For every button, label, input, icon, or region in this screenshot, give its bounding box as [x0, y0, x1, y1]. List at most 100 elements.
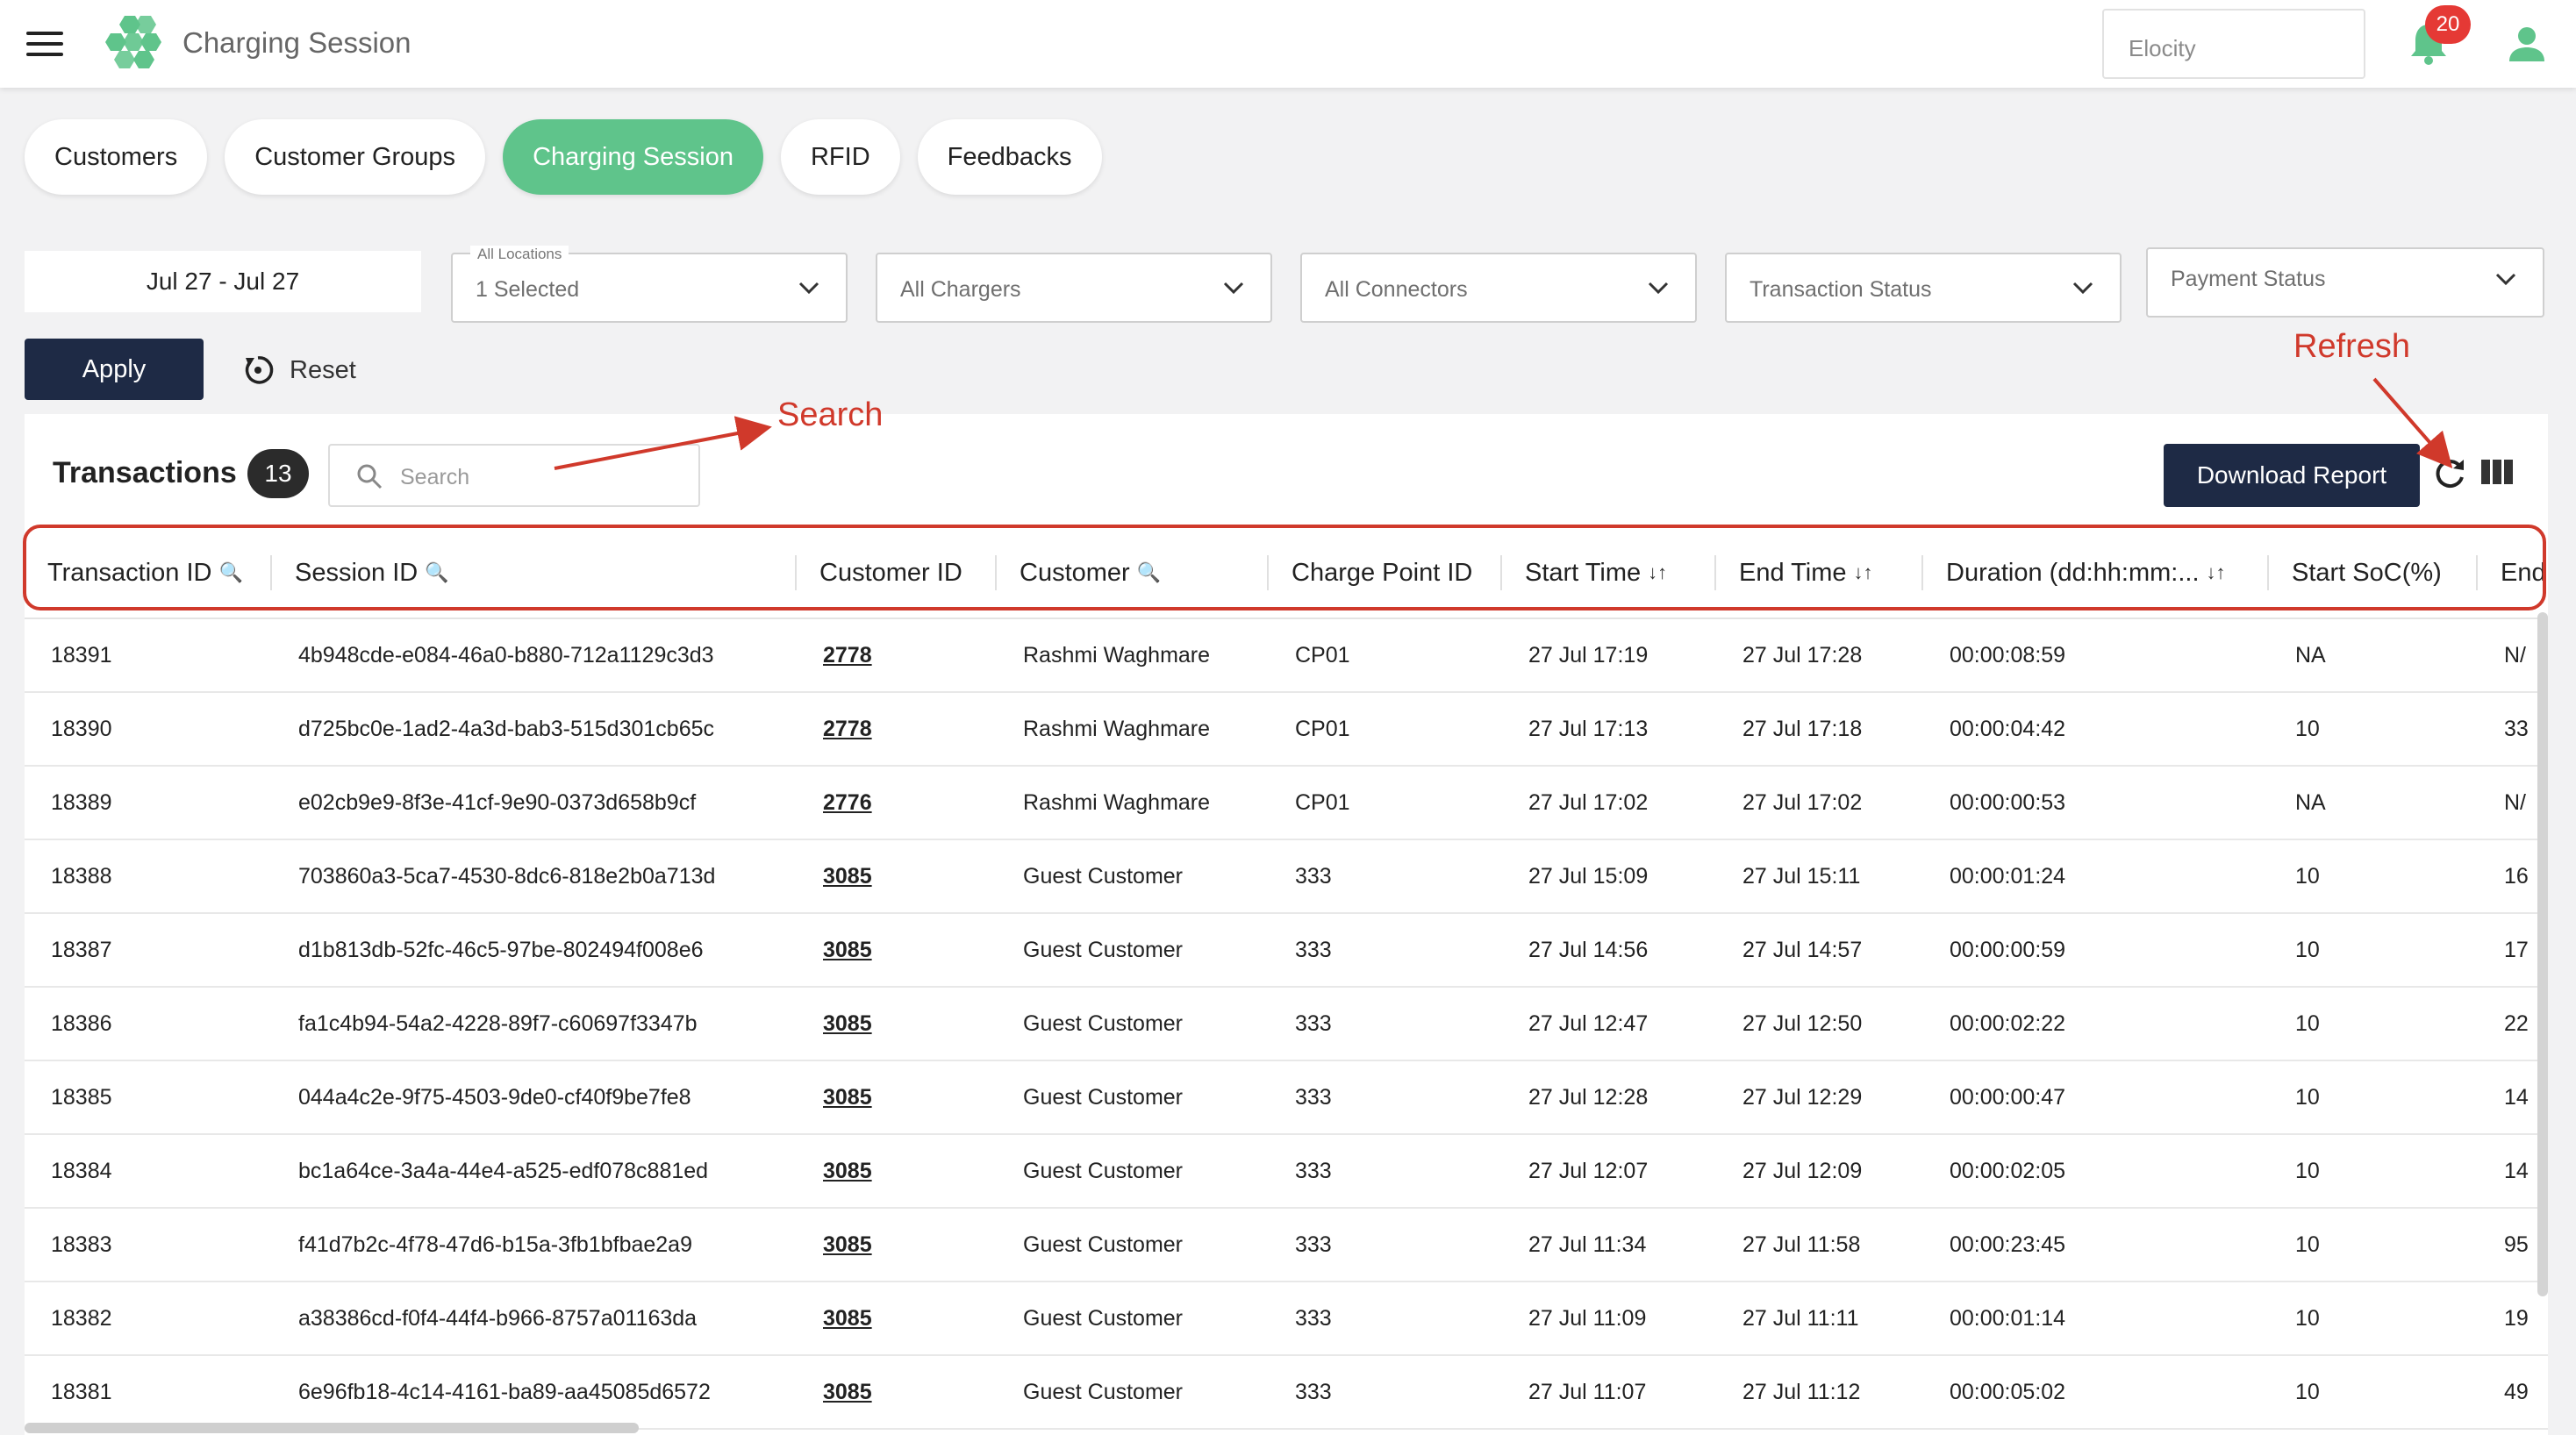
transactions-count-badge: 13: [247, 449, 309, 498]
cell-start-time: 27 Jul 17:02: [1528, 789, 1649, 815]
table-row[interactable]: 18388 703860a3-5ca7-4530-8dc6-818e2b0a713…: [25, 840, 2548, 914]
sort-icon[interactable]: ↓↑: [1648, 561, 1667, 584]
table-row[interactable]: 18386 fa1c4b94-54a2-4228-89f7-c60697f3347…: [25, 988, 2548, 1061]
menu-icon[interactable]: [26, 32, 63, 58]
table-row[interactable]: 18390 d725bc0e-1ad2-4a3d-bab3-515d301cb65…: [25, 693, 2548, 767]
column-header-transaction-id[interactable]: Transaction ID 🔍: [25, 527, 272, 618]
cell-start-time: 27 Jul 17:19: [1528, 642, 1649, 668]
horizontal-scrollbar[interactable]: [25, 1423, 639, 1433]
cell-customer-id[interactable]: 2778: [797, 717, 997, 742]
apply-button[interactable]: Apply: [25, 339, 204, 400]
locations-dropdown[interactable]: All Locations 1 Selected: [451, 246, 848, 323]
connectors-dropdown[interactable]: All Connectors: [1300, 253, 1697, 323]
cell-session-id: 044a4c2e-9f75-4503-9de0-cf40f9be7fe8: [298, 1084, 691, 1110]
search-icon[interactable]: 🔍: [1137, 561, 1161, 584]
cell-start-soc: 10: [2295, 863, 2320, 889]
cell-end-time: 27 Jul 12:09: [1742, 1158, 1863, 1183]
table-row[interactable]: 18383 f41d7b2c-4f78-47d6-b15a-3fb1bfbae2a…: [25, 1209, 2548, 1282]
cell-customer-id[interactable]: 3085: [797, 938, 997, 963]
sort-icon[interactable]: ↓↑: [1854, 561, 1873, 584]
columns-icon[interactable]: [2481, 460, 2513, 484]
organization-select[interactable]: Elocity: [2102, 9, 2365, 79]
vertical-scrollbar[interactable]: [2537, 612, 2548, 1296]
cell-charge-point-id: 333: [1295, 863, 1332, 889]
chevron-down-icon: [2495, 273, 2516, 286]
tab-customer-groups[interactable]: Customer Groups: [225, 119, 486, 195]
chevron-down-icon: [2072, 282, 2093, 295]
table-row[interactable]: 18381 6e96fb18-4c14-4161-ba89-aa45085d657…: [25, 1356, 2548, 1430]
column-header-charge-point-id[interactable]: Charge Point ID: [1269, 527, 1502, 618]
cell-customer: Guest Customer: [1023, 937, 1184, 962]
cell-start-time: 27 Jul 14:56: [1528, 937, 1649, 962]
table-row[interactable]: 18382 a38386cd-f0f4-44f4-b966-8757a01163d…: [25, 1282, 2548, 1356]
cell-session-id: d1b813db-52fc-46c5-97be-802494f008e6: [298, 937, 704, 962]
column-label: Start Time: [1525, 558, 1642, 587]
column-header-end-soc[interactable]: End: [2478, 527, 2548, 618]
cell-customer-id[interactable]: 3085: [797, 1011, 997, 1037]
cell-end-time: 27 Jul 12:29: [1742, 1084, 1863, 1110]
cell-end-time: 27 Jul 11:12: [1742, 1379, 1861, 1404]
search-icon[interactable]: 🔍: [425, 561, 448, 584]
cell-transaction-id: 18385: [51, 1084, 112, 1110]
chevron-down-icon: [1223, 282, 1244, 295]
cell-customer-id[interactable]: 3085: [797, 1159, 997, 1184]
column-label: Charge Point ID: [1292, 558, 1473, 587]
tab-customers[interactable]: Customers: [25, 119, 208, 195]
table-row[interactable]: 18391 4b948cde-e084-46a0-b880-712a1129c3d…: [25, 619, 2548, 693]
column-header-session-id[interactable]: Session ID 🔍: [272, 527, 797, 618]
column-header-duration[interactable]: Duration (dd:hh:mm:... ↓↑: [1923, 527, 2269, 618]
cell-transaction-id: 18384: [51, 1158, 112, 1183]
table-row[interactable]: 18384 bc1a64ce-3a4a-44e4-a525-edf078c881e…: [25, 1135, 2548, 1209]
cell-customer-id[interactable]: 2778: [797, 643, 997, 668]
search-icon[interactable]: 🔍: [219, 561, 243, 584]
tab-feedbacks[interactable]: Feedbacks: [917, 119, 1102, 195]
cell-customer: Guest Customer: [1023, 1232, 1184, 1257]
top-bar: Charging Session Elocity 20: [0, 0, 2576, 88]
table-header: Transaction ID 🔍 Session ID 🔍 Customer ID …: [25, 528, 2548, 619]
search-input[interactable]: [400, 461, 681, 493]
table-row[interactable]: 18385 044a4c2e-9f75-4503-9de0-cf40f9be7fe…: [25, 1061, 2548, 1135]
reset-icon: [245, 356, 274, 384]
transaction-status-dropdown[interactable]: Transaction Status: [1725, 253, 2122, 323]
chargers-value: All Chargers: [900, 277, 1021, 302]
chargers-dropdown[interactable]: All Chargers: [876, 253, 1272, 323]
cell-start-soc: 10: [2295, 1232, 2320, 1257]
cell-customer-id[interactable]: 3085: [797, 1380, 997, 1405]
cell-duration: 00:00:05:02: [1950, 1379, 2066, 1404]
tab-charging-session[interactable]: Charging Session: [503, 119, 763, 195]
cell-customer-id[interactable]: 3085: [797, 1232, 997, 1258]
payment-status-dropdown[interactable]: Payment Status: [2146, 247, 2544, 318]
cell-customer-id[interactable]: 2776: [797, 790, 997, 816]
column-label: Duration (dd:hh:mm:...: [1946, 558, 2200, 587]
cell-charge-point-id: CP01: [1295, 642, 1350, 668]
table-row[interactable]: 18387 d1b813db-52fc-46c5-97be-802494f008e…: [25, 914, 2548, 988]
cell-customer-id[interactable]: 3085: [797, 1306, 997, 1331]
cell-customer-id[interactable]: 3085: [797, 1085, 997, 1110]
cell-charge-point-id: 333: [1295, 1305, 1332, 1331]
column-header-end-time[interactable]: End Time ↓↑: [1716, 527, 1923, 618]
date-range-picker[interactable]: Jul 27 - Jul 27: [25, 251, 421, 312]
notification-badge: 20: [2425, 5, 2471, 44]
table-row[interactable]: 18389 e02cb9e9-8f3e-41cf-9e90-0373d658b9c…: [25, 767, 2548, 840]
search-box[interactable]: [328, 444, 700, 507]
sort-icon[interactable]: ↓↑: [2207, 561, 2226, 584]
locations-value: 1 Selected: [476, 277, 580, 302]
cell-charge-point-id: CP01: [1295, 716, 1350, 741]
column-header-start-time[interactable]: Start Time ↓↑: [1502, 527, 1716, 618]
cell-start-soc: 10: [2295, 1084, 2320, 1110]
cell-start-soc: 10: [2295, 716, 2320, 741]
download-report-button[interactable]: Download Report: [2164, 444, 2420, 507]
cell-charge-point-id: CP01: [1295, 789, 1350, 815]
nav-tabs: Customers Customer Groups Charging Sessi…: [25, 119, 1102, 195]
user-icon[interactable]: [2508, 25, 2546, 63]
column-header-start-soc[interactable]: Start SoC(%): [2269, 527, 2478, 618]
refresh-icon[interactable]: [2430, 454, 2469, 493]
column-label: Start SoC(%): [2292, 558, 2442, 587]
column-header-customer-id[interactable]: Customer ID: [797, 527, 997, 618]
cell-charge-point-id: 333: [1295, 1158, 1332, 1183]
cell-customer: Rashmi Waghmare: [1023, 789, 1211, 815]
reset-button[interactable]: Reset: [240, 351, 356, 389]
cell-customer-id[interactable]: 3085: [797, 864, 997, 889]
column-header-customer[interactable]: Customer 🔍: [997, 527, 1269, 618]
tab-rfid[interactable]: RFID: [780, 119, 900, 195]
